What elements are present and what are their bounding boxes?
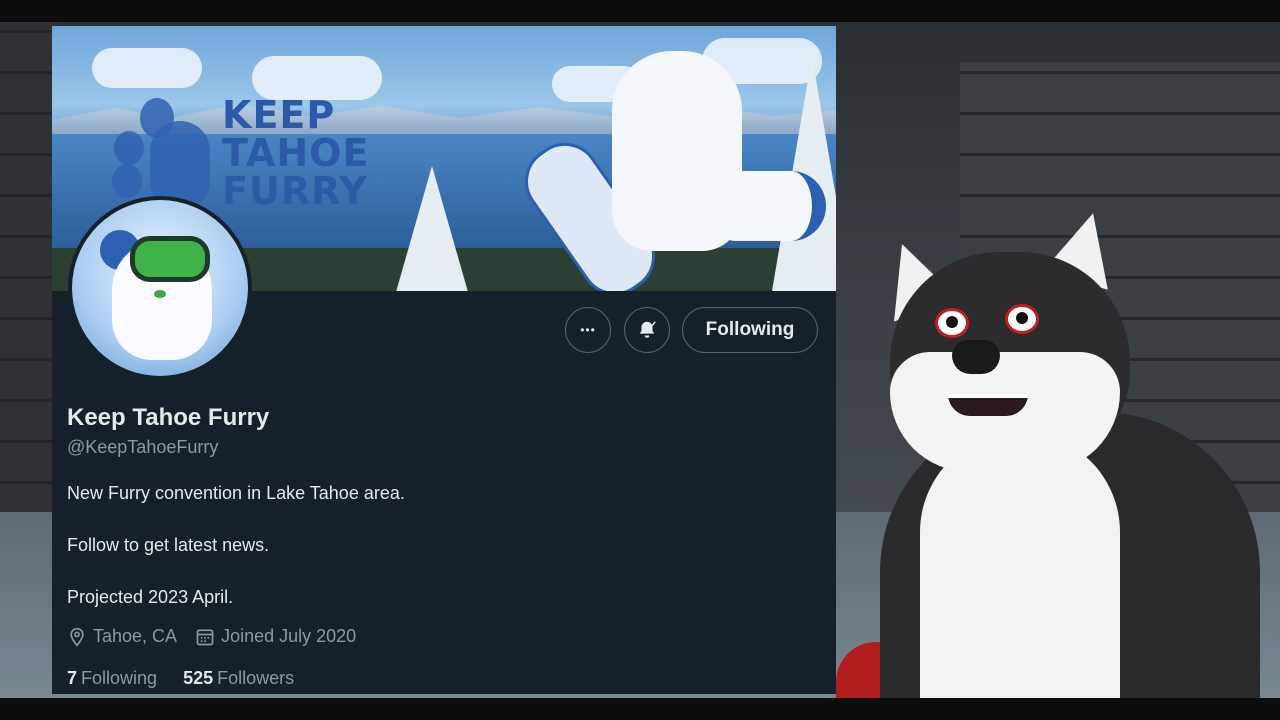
- wolf-right-eye: [1005, 304, 1039, 334]
- followers-count: 525: [183, 668, 214, 688]
- calendar-icon: [196, 629, 214, 645]
- bio-line: New Furry convention in Lake Tahoe area.: [67, 483, 405, 503]
- banner-logo-text: KEEP TAHOE FURRY: [222, 96, 369, 210]
- stone-wall-left: [0, 22, 60, 522]
- avatar[interactable]: [72, 200, 248, 376]
- banner-logo-line: TAHOE: [222, 131, 370, 175]
- join-date-text: Joined July 2020: [221, 626, 357, 646]
- cloud: [92, 48, 202, 88]
- paw-print-icon: [112, 164, 142, 198]
- arctic-fox-tail: [702, 171, 826, 241]
- video-frame: KEEP TAHOE FURRY ••• Following Keep Taho…: [0, 0, 1280, 720]
- banner-logo-line: KEEP: [222, 93, 336, 137]
- avatar-goggles: [130, 236, 210, 282]
- join-date: Joined July 2020: [195, 626, 356, 647]
- location-text: Tahoe, CA: [93, 626, 178, 646]
- following-count: 7: [67, 668, 78, 688]
- following-button[interactable]: Following: [682, 307, 818, 353]
- more-icon: •••: [580, 323, 596, 337]
- wolf-avatar: [860, 204, 1280, 698]
- bio-line: Follow to get latest news.: [67, 535, 270, 555]
- profile-name: Keep Tahoe Furry: [67, 404, 270, 431]
- notification-bell-icon: [639, 321, 656, 338]
- wolf-nose: [952, 340, 1000, 374]
- followers-count-link[interactable]: 525 Followers: [183, 668, 294, 689]
- profile-bio: New Furry convention in Lake Tahoe area.…: [67, 480, 405, 636]
- paw-print-icon: [114, 131, 144, 165]
- followers-label: Followers: [217, 668, 295, 688]
- twitter-profile-card: KEEP TAHOE FURRY ••• Following Keep Taho…: [52, 26, 836, 694]
- following-count-link[interactable]: 7 Following: [67, 668, 157, 689]
- bio-line: Projected 2023 April.: [67, 587, 234, 607]
- follow-stats: 7 Following 525 Followers: [67, 668, 294, 689]
- wolf-left-eye: [935, 308, 969, 338]
- more-button[interactable]: •••: [565, 307, 611, 353]
- banner-logo-line: FURRY: [222, 169, 368, 213]
- wolf-mouth: [948, 394, 1028, 416]
- letterbox-bottom: [0, 698, 1280, 720]
- avatar-eye: [154, 290, 166, 298]
- notifications-button[interactable]: [624, 307, 670, 353]
- following-label: Following: [81, 668, 158, 688]
- profile-handle: @KeepTahoeFurry: [67, 437, 219, 457]
- profile-meta: Tahoe, CA Joined July 2020: [67, 626, 356, 647]
- location: Tahoe, CA: [67, 626, 177, 647]
- location-pin-icon: [70, 627, 84, 647]
- snowy-pine-tree: [392, 166, 472, 291]
